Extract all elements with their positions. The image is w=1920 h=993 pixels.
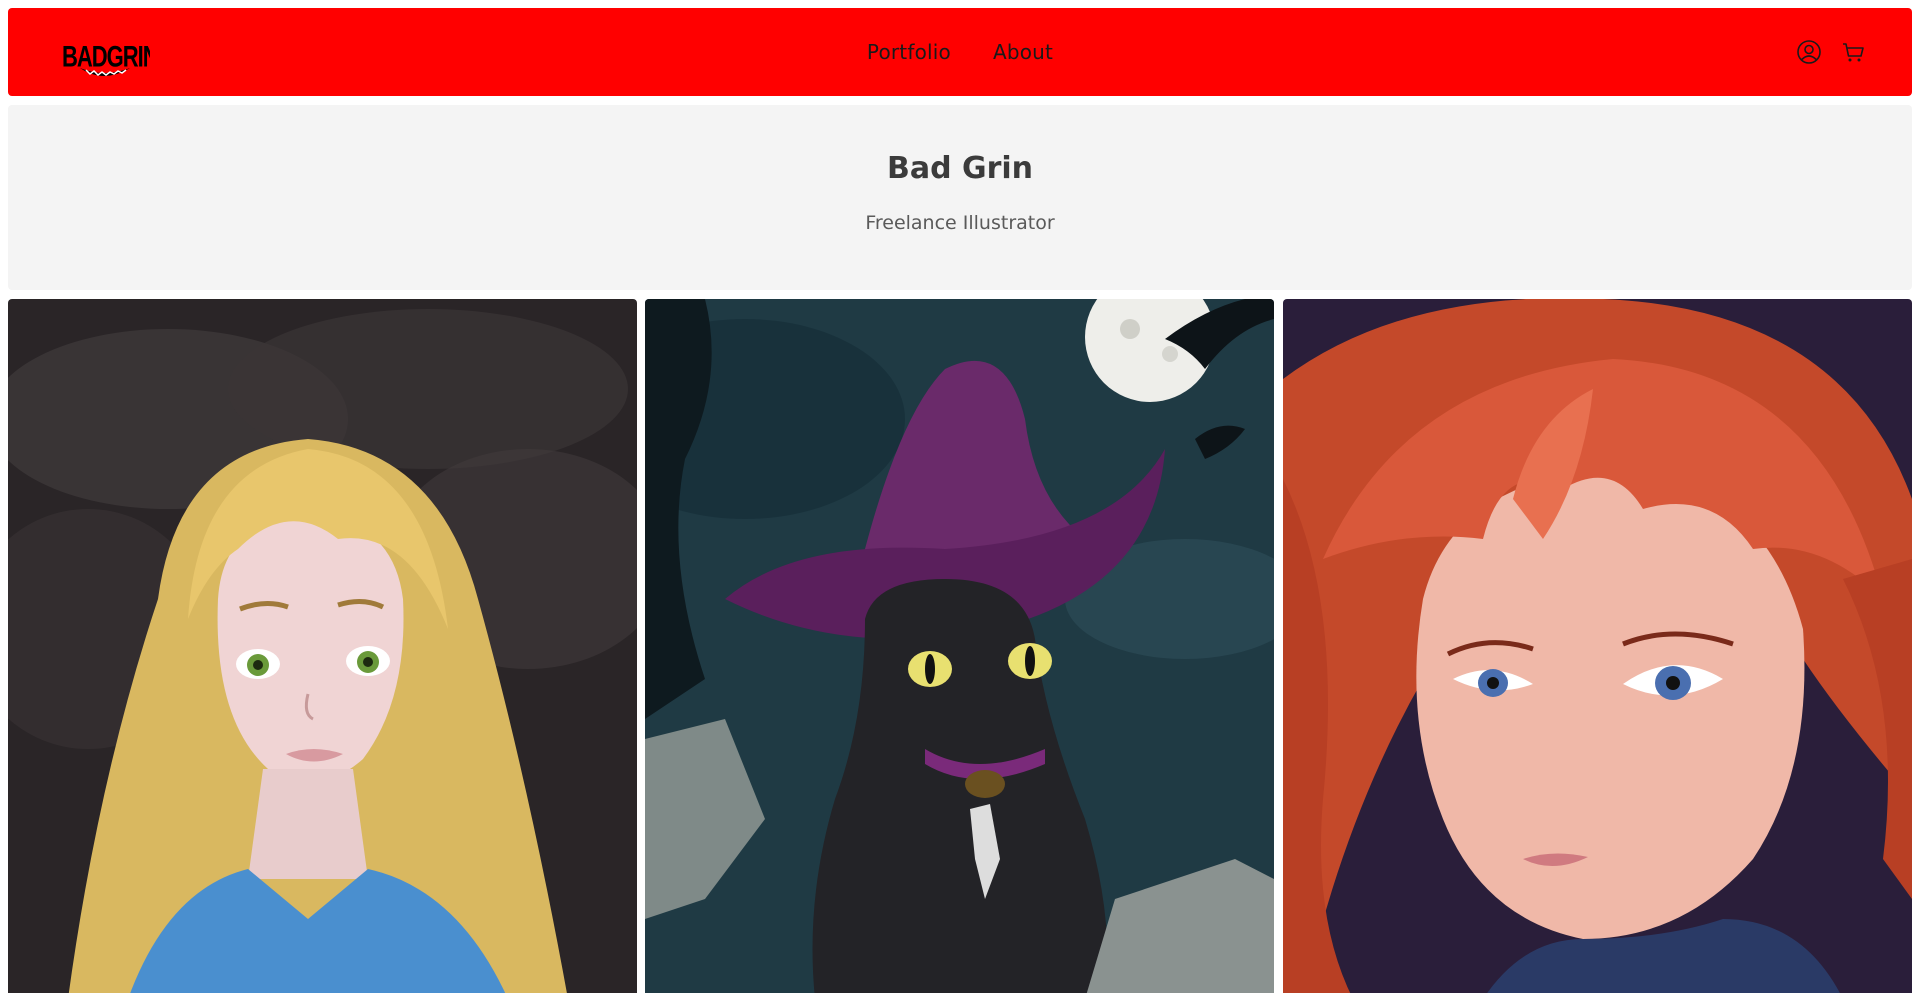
main-nav: Portfolio About [8, 8, 1912, 96]
gallery-item-redhead-girl[interactable] [1283, 299, 1912, 993]
page-title: Bad Grin [886, 151, 1034, 186]
header-icons [1796, 8, 1866, 96]
nav-portfolio[interactable]: Portfolio [867, 40, 951, 64]
gallery-item-witch-cat[interactable] [645, 299, 1274, 993]
page-subtitle: Freelance Illustrator [865, 212, 1055, 234]
site-header: BADGRIN Portfolio About [8, 8, 1912, 96]
nav-about[interactable]: About [993, 40, 1053, 64]
blonde-girl-artwork [8, 299, 637, 993]
account-icon[interactable] [1796, 39, 1822, 65]
cart-icon[interactable] [1840, 39, 1866, 65]
portfolio-gallery [8, 299, 1912, 993]
witch-cat-artwork [645, 299, 1274, 993]
gallery-item-blonde-girl[interactable] [8, 299, 637, 993]
redhead-girl-artwork [1283, 299, 1912, 993]
hero-banner: Bad Grin Freelance Illustrator [8, 105, 1912, 290]
